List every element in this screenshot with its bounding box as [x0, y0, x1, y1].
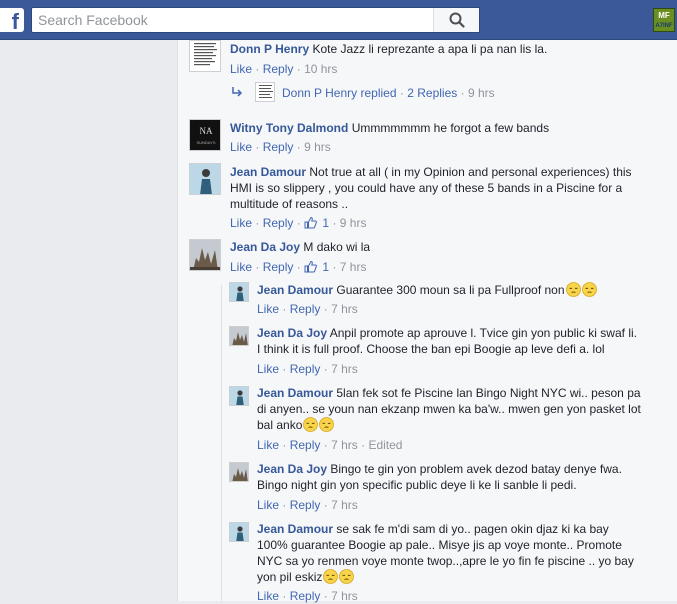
like-link[interactable]: Like	[230, 62, 252, 76]
reply-author[interactable]: Jean Damour	[257, 386, 333, 400]
replied-label[interactable]: replied	[361, 86, 397, 100]
app-icon[interactable]: MF A7INF	[653, 8, 675, 32]
comment-text: M dako wi la	[303, 240, 371, 254]
like-link[interactable]: Like	[257, 302, 279, 316]
pensive-emoji-icon	[339, 569, 355, 584]
avatar[interactable]	[229, 522, 249, 542]
reply-arrow-icon	[232, 87, 243, 97]
facebook-logo[interactable]: f	[0, 8, 24, 32]
pensive-emoji-icon	[581, 282, 597, 297]
avatar[interactable]	[189, 40, 221, 72]
edited-label[interactable]: Edited	[368, 438, 402, 452]
top-bar: f MF A7INF	[0, 0, 677, 40]
search-box	[31, 7, 480, 33]
reply-body: Jean Damour se sak fe m'di sam di yo.. p…	[257, 521, 642, 585]
reply-link[interactable]: Reply	[263, 216, 294, 230]
reply-link[interactable]: Reply	[263, 140, 294, 154]
comment-author[interactable]: Witny Tony Dalmond	[230, 121, 348, 135]
avatar[interactable]	[255, 82, 275, 102]
comment-body: Donn P Henry Kote Jazz li reprezante a a…	[230, 41, 670, 57]
reply-link[interactable]: Reply	[290, 362, 321, 376]
reply-link[interactable]: Reply	[263, 62, 294, 76]
timestamp[interactable]: 7 hrs	[331, 438, 358, 452]
like-link[interactable]: Like	[230, 216, 252, 230]
reply-author[interactable]: Jean Damour	[257, 522, 333, 536]
like-link[interactable]: Like	[230, 260, 252, 274]
comment-actions: Like · Reply · 9 hrs	[230, 140, 331, 154]
avatar[interactable]	[189, 163, 221, 195]
reply-body: Jean Da Joy Bingo te gin yon problem ave…	[257, 461, 642, 493]
replies-count[interactable]: 2 Replies	[407, 86, 457, 100]
reply-link[interactable]: Reply	[290, 438, 321, 452]
comment-actions: Like · Reply · 1 · 9 hrs	[230, 216, 367, 230]
like-link[interactable]: Like	[230, 140, 252, 154]
reply-actions: Like · Reply · 7 hrs · Edited	[257, 438, 403, 452]
reply-actions: Like · Reply · 7 hrs	[257, 498, 358, 512]
reply-body: Jean Damour 5lan fek sot fe Piscine lan …	[257, 385, 642, 433]
reply-link[interactable]: Reply	[263, 260, 294, 274]
like-count[interactable]: 1	[322, 260, 329, 274]
comment-author[interactable]: Donn P Henry	[230, 42, 309, 56]
comment-text: Ummmmmmm he forgot a few bands	[351, 121, 550, 135]
replied-author[interactable]: Donn P Henry	[282, 86, 357, 100]
reply-actions: Like · Reply · 7 hrs	[257, 302, 358, 316]
reply-author[interactable]: Jean Da Joy	[257, 326, 327, 340]
reply-actions: Like · Reply · 7 hrs	[257, 589, 358, 603]
timestamp[interactable]: 10 hrs	[304, 62, 337, 76]
search-input[interactable]	[32, 8, 432, 32]
reply-actions: Like · Reply · 7 hrs	[257, 362, 358, 376]
comment-author[interactable]: Jean Damour	[230, 165, 306, 179]
avatar[interactable]	[229, 326, 249, 346]
comment-body: Jean Da Joy M dako wi la	[230, 239, 670, 255]
comment-actions: Like · Reply · 1 · 7 hrs	[230, 260, 367, 274]
app-icon-top-text: MF	[658, 11, 670, 20]
timestamp[interactable]: 9 hrs	[304, 140, 331, 154]
avatar-text: NA	[200, 126, 213, 136]
timestamp[interactable]: 7 hrs	[331, 362, 358, 376]
reply-link[interactable]: Reply	[290, 498, 321, 512]
search-icon	[449, 12, 465, 28]
like-link[interactable]: Like	[257, 362, 279, 376]
comment-body: Jean Damour Not true at all ( in my Opin…	[230, 164, 650, 212]
comment-text: Kote Jazz li reprezante a apa li pa nan …	[312, 42, 548, 56]
reply-text: Guarantee 300 moun sa li pa Fullproof no…	[336, 283, 565, 297]
reply-thread-line	[221, 285, 222, 601]
avatar[interactable]	[229, 386, 249, 406]
timestamp[interactable]: 9 hrs	[468, 86, 495, 100]
like-link[interactable]: Like	[257, 498, 279, 512]
search-button[interactable]	[433, 8, 479, 32]
like-count[interactable]: 1	[322, 216, 329, 230]
pensive-emoji-icon	[323, 569, 339, 584]
reply-body: Jean Da Joy Anpil promote ap aprouve l. …	[257, 325, 642, 357]
reply-link[interactable]: Reply	[290, 302, 321, 316]
avatar[interactable]	[229, 462, 249, 482]
timestamp[interactable]: 7 hrs	[340, 260, 367, 274]
comment-author[interactable]: Jean Da Joy	[230, 240, 300, 254]
replies-summary[interactable]: Donn P Henry replied · 2 Replies · 9 hrs	[282, 85, 495, 101]
pensive-emoji-icon	[565, 282, 581, 297]
comment-actions: Like · Reply · 10 hrs	[230, 62, 338, 76]
avatar-subtext: SUNDAYS	[196, 140, 215, 145]
timestamp[interactable]: 7 hrs	[331, 302, 358, 316]
avatar[interactable]	[189, 239, 221, 271]
like-link[interactable]: Like	[257, 438, 279, 452]
thumbs-up-icon	[304, 260, 317, 273]
timestamp[interactable]: 9 hrs	[340, 216, 367, 230]
avatar[interactable]	[229, 282, 249, 302]
comment-body: Witny Tony Dalmond Ummmmmmm he forgot a …	[230, 120, 670, 136]
reply-author[interactable]: Jean Da Joy	[257, 462, 327, 476]
thumbs-up-icon	[304, 216, 317, 229]
left-gutter	[0, 40, 177, 601]
reply-body: Jean Damour Guarantee 300 moun sa li pa …	[257, 282, 657, 298]
reply-author[interactable]: Jean Damour	[257, 283, 333, 297]
pensive-emoji-icon	[319, 417, 335, 432]
app-icon-bottom-text: A7INF	[655, 23, 673, 29]
avatar[interactable]: NA SUNDAYS	[189, 119, 221, 151]
pensive-emoji-icon	[303, 417, 319, 432]
timestamp[interactable]: 7 hrs	[331, 498, 358, 512]
